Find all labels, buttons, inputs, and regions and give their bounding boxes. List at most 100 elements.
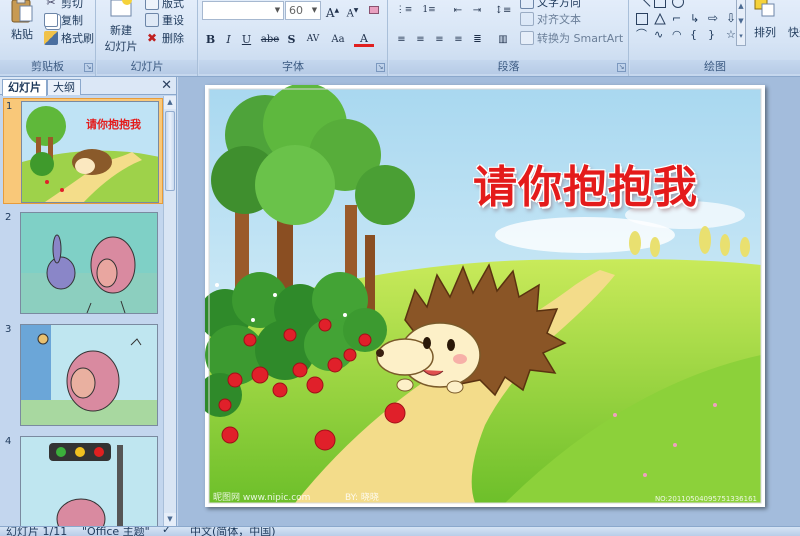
font-color-button[interactable]: A [354,30,374,47]
slide-canvas[interactable]: 请你抱抱我 昵图网 www.nipic.com BY: 晓晓 NO:201105… [205,85,765,507]
shapes-scroll[interactable]: ▲ ▼ ▾ [736,0,746,46]
delete-label: 删除 [162,32,184,45]
align-right-button[interactable]: ≡ [431,31,448,48]
bullets-button[interactable]: ⋮≡ [393,2,415,19]
copy-button[interactable]: 复制 [44,11,83,29]
hedgehog-snail-thumbnail [21,325,157,425]
distribute-button[interactable]: ≣ [469,31,486,48]
shapes-gallery[interactable]: ⌐ ↳ ⇨ ⇩ ⌒ ∿ ◠ { } ☆ [632,0,744,48]
align-left-button[interactable]: ≡ [393,31,410,48]
arc-shape-icon[interactable]: ◠ [672,29,684,41]
paste-icon [11,0,33,23]
brace-left-icon[interactable]: { [690,29,702,41]
brace-right-icon[interactable]: } [708,29,720,41]
paragraph-launcher-icon[interactable]: ↘ [617,63,626,72]
arrange-button[interactable]: 排列 [750,0,780,40]
new-slide-button[interactable]: 新建 幻灯片 [101,0,141,54]
rectangle-shape-icon[interactable] [654,0,666,8]
quick-styles-button[interactable]: 快速 [784,24,800,40]
arrange-label: 排列 [754,26,776,39]
curve-shape-icon[interactable]: ⌒ [636,29,648,41]
status-bar: 幻灯片 1/11 "Office 主题" ✓ 中文(简体，中国) [0,526,800,536]
text-direction-label: 文字方向 [537,0,581,9]
slides-group: 新建 幻灯片 版式 重设 ✖ 删除 幻灯片 [97,0,198,76]
bullets-icon: ⋮≡ [395,5,413,15]
slide-thumbnail-4[interactable]: 4 [3,434,163,526]
align-text-label: 对齐文本 [537,13,581,26]
numbering-icon: 1≡ [422,5,436,15]
grow-font-button[interactable]: A▲ [324,2,341,20]
font-name-select[interactable]: ▼ [202,1,284,20]
copy-label: 复制 [61,14,83,27]
bold-button[interactable]: B [202,31,219,48]
slide-thumbnail-3[interactable]: 3 [3,322,163,428]
chevron-down-icon: ▼ [274,6,281,14]
columns-button[interactable]: ▥ [492,31,514,48]
text-direction-icon [520,0,534,9]
oval-shape-icon[interactable] [672,0,684,8]
spell-check-icon[interactable]: ✓ [162,527,171,536]
scrollbar-thumb[interactable] [165,111,175,191]
elbow-connector-icon[interactable]: ⌐ [672,13,684,25]
textbox-shape-icon[interactable] [636,13,648,25]
drawing-group: ⌐ ↳ ⇨ ⇩ ⌒ ∿ ◠ { } ☆ ▲▼▾ 排列 快速 绘图 [630,0,800,76]
thumbnail-title: 请你抱抱我 [86,118,141,131]
columns-icon: ▥ [498,34,508,45]
delete-slide-button[interactable]: ✖ 删除 [145,29,184,47]
eraser-icon [368,6,379,14]
scroll-up-icon[interactable]: ▲ [164,96,176,109]
reset-icon [145,13,159,27]
close-icon[interactable]: ✕ [161,77,172,95]
outdent-icon: ⇤ [453,5,463,16]
reset-button[interactable]: 重设 [145,11,184,29]
shrink-font-button[interactable]: A▼ [344,2,361,19]
right-arrow-shape-icon[interactable]: ⇨ [708,12,720,25]
paste-button[interactable]: 粘贴 [6,0,38,42]
change-case-button[interactable]: Aa [327,31,349,48]
thumbnail-scrollbar[interactable]: ▲ ▼ [163,96,176,526]
clipboard-group-label: 剪贴板 [0,60,95,74]
watermark-mid: BY: 晓晓 [345,493,379,503]
paragraph-group: ⋮≡ 1≡ ⇤ ⇥ ↕≡ 文字方向 对齐文本 转换为 SmartArt ≡ ≡ … [389,0,629,76]
font-size-select[interactable]: 60 ▼ [285,1,321,20]
freeform-shape-icon[interactable]: ∿ [654,29,666,41]
increase-indent-button[interactable]: ⇥ [468,2,486,19]
numbering-button[interactable]: 1≡ [418,2,440,19]
elbow-arrow-icon[interactable]: ↳ [690,13,702,25]
align-center-icon: ≡ [416,34,425,45]
clipboard-launcher-icon[interactable]: ↘ [84,63,93,72]
slide-thumbnail-image: 请你抱抱我 [21,101,159,203]
shadow-button[interactable]: S [283,31,300,48]
new-slide-icon [110,0,132,17]
triangle-shape-icon[interactable] [654,12,666,25]
new-slide-label-1: 新建 [110,24,132,37]
tab-slides[interactable]: 幻灯片 [2,79,47,96]
decrease-indent-button[interactable]: ⇤ [449,2,467,19]
font-launcher-icon[interactable]: ↘ [376,63,385,72]
language[interactable]: 中文(简体，中国) [190,527,276,536]
strikethrough-button[interactable]: abe [259,31,281,48]
underline-button[interactable]: U [238,31,255,48]
slide-thumbnail-2[interactable]: 2 [3,210,163,316]
align-text-icon [520,12,534,26]
delete-icon: ✖ [146,31,158,45]
format-painter-button[interactable]: 格式刷 [44,29,94,47]
layout-icon [145,0,159,10]
tab-outline[interactable]: 大纲 [47,79,81,95]
slide-title[interactable]: 请你抱抱我 [473,151,698,215]
theme-name[interactable]: "Office 主题" [82,527,150,536]
line-spacing-button[interactable]: ↕≡ [492,2,514,19]
align-left-icon: ≡ [397,34,406,45]
indent-icon: ⇥ [472,5,482,16]
slide-thumbnail-1[interactable]: 1 请你抱抱我 [3,98,163,204]
clipboard-group: 粘贴 ✂ 剪切 复制 格式刷 剪贴板 ↘ [0,0,96,76]
justify-button[interactable]: ≡ [450,31,467,48]
align-center-button[interactable]: ≡ [412,31,429,48]
italic-button[interactable]: I [220,31,237,48]
align-text-button[interactable]: 对齐文本 [520,10,581,28]
scroll-down-icon[interactable]: ▼ [164,513,176,526]
smartart-button[interactable]: 转换为 SmartArt [520,29,623,47]
paste-label: 粘贴 [11,28,33,41]
clear-format-button[interactable] [365,2,382,19]
char-spacing-button[interactable]: AV [302,31,324,48]
